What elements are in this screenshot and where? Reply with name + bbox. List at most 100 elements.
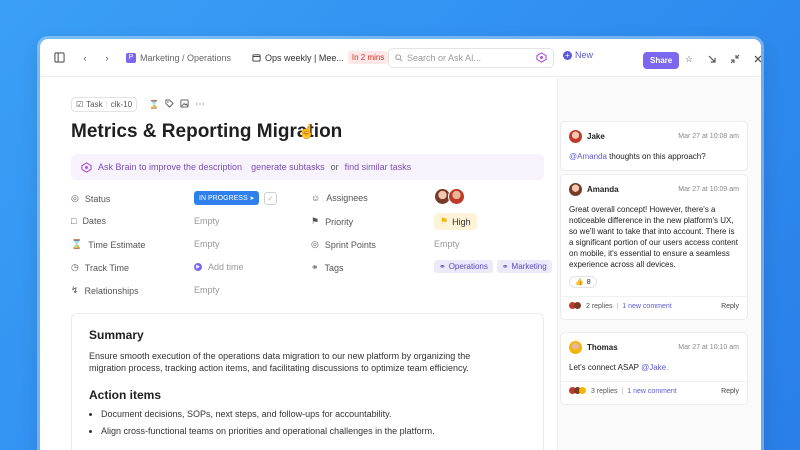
mention-link[interactable]: @Jake. <box>641 363 668 372</box>
summary-heading: Summary <box>89 328 144 342</box>
tag-icon: ⚭ <box>311 262 319 272</box>
sidebar-toggle-icon[interactable] <box>48 47 70 69</box>
new-button[interactable]: + New <box>563 50 593 60</box>
replies-link[interactable]: 3 replies <box>591 388 617 395</box>
reply-button[interactable]: Reply <box>721 388 739 395</box>
tag-icon: ⚭ <box>501 262 509 271</box>
tags-value: ⚭ Operations ⚭ Marketing <box>434 260 552 273</box>
divider: | <box>105 100 108 109</box>
back-icon[interactable]: ‹ <box>74 47 96 69</box>
timer-icon: ◷ <box>71 262 79 272</box>
author-name: Amanda <box>587 185 619 194</box>
status-text: IN PROGRESS <box>199 194 248 202</box>
estimate-value[interactable]: Empty <box>194 239 220 249</box>
search-placeholder: Search or Ask AI... <box>407 53 482 63</box>
tags-label: Tags <box>324 262 344 273</box>
comment-author: Thomas <box>569 341 618 354</box>
or-text: or <box>330 162 339 172</box>
brain-icon[interactable] <box>536 52 547 65</box>
ask-brain-link[interactable]: Ask Brain to improve the description <box>98 162 242 172</box>
prop-sprint-points: ◎ Sprint Points <box>311 239 376 250</box>
track-label: Track Time <box>84 262 130 273</box>
comment-body: @Amanda thoughts on this approach? <box>569 151 739 162</box>
priority-pill[interactable]: ⚑ High <box>434 213 477 230</box>
summary-body: Ensure smooth execution of the operation… <box>89 351 471 373</box>
breadcrumb[interactable]: P Marketing / Operations <box>126 52 231 63</box>
plus-icon: + <box>563 50 572 60</box>
avatar <box>569 341 582 354</box>
complete-checkbox[interactable]: ✓ <box>264 191 278 205</box>
comment-time: Mar 27 at 10:09 am <box>678 186 739 193</box>
prop-priority: ⚑ Priority <box>311 216 353 227</box>
reply-button[interactable]: Reply <box>721 303 739 310</box>
calendar-icon <box>252 54 261 62</box>
check-icon: ☑ <box>76 100 84 109</box>
sprint-icon: ◎ <box>311 239 319 249</box>
chevron-right-icon: ▸ <box>250 195 255 202</box>
status-icon: ◎ <box>71 193 79 203</box>
comment-jake[interactable]: Jake Mar 27 at 10:08 am @Amanda thoughts… <box>560 121 748 171</box>
task-id: clk-10 <box>110 100 133 109</box>
forward-icon[interactable]: › <box>96 47 118 69</box>
comment-author: Amanda <box>569 183 619 196</box>
assignees-value[interactable] <box>434 188 465 205</box>
list-item: Align cross-functional teams on prioriti… <box>101 425 526 437</box>
more-icon[interactable]: ⋯ <box>195 99 205 110</box>
tag-operations[interactable]: ⚭ Operations <box>434 260 493 273</box>
search-input[interactable]: Search or Ask AI... <box>388 48 554 68</box>
task-type-chip[interactable]: ☑ Task | clk-10 <box>71 97 138 112</box>
new-comment-link[interactable]: 1 new comment <box>622 303 671 310</box>
hourglass-icon[interactable]: ⌛ <box>149 100 159 109</box>
calendar-icon: □ <box>71 216 77 226</box>
thumbs-up-icon: 👍 <box>575 279 584 286</box>
find-similar-link[interactable]: find similar tasks <box>345 162 412 172</box>
tag-icon[interactable] <box>165 99 174 110</box>
status-label: Status <box>84 193 111 204</box>
comment-author: Jake <box>569 130 605 143</box>
close-icon[interactable] <box>747 48 761 70</box>
comment-footer: 3 replies | 1 new comment Reply <box>561 381 747 396</box>
new-comment-link[interactable]: 1 new comment <box>627 388 676 395</box>
minimize-icon[interactable] <box>724 48 746 70</box>
new-label: New <box>575 50 594 60</box>
hand-cursor-icon: ☝ <box>298 123 316 139</box>
meeting-reminder[interactable]: Ops weekly | Mee... In 2 mins <box>252 51 389 64</box>
comment-text: Let's connect ASAP <box>569 363 642 372</box>
flag-icon: ⚑ <box>311 216 320 226</box>
description-card[interactable]: Summary Ensure smooth execution of the o… <box>71 313 544 450</box>
avatar[interactable] <box>448 188 465 205</box>
relationships-value[interactable]: Empty <box>194 285 220 295</box>
replies-link[interactable]: 2 replies <box>586 303 612 310</box>
relationships-label: Relationships <box>84 285 139 296</box>
sprint-label: Sprint Points <box>324 239 376 250</box>
image-icon[interactable] <box>180 99 189 110</box>
share-button[interactable]: Share <box>643 52 680 69</box>
track-value[interactable]: ▶ Add time <box>194 262 244 272</box>
prop-relationships: ↯ Relationships <box>71 285 139 296</box>
prop-estimate: ⌛ Time Estimate <box>71 239 145 250</box>
prop-status: ◎ Status <box>71 193 110 204</box>
collapse-icon[interactable] <box>701 48 723 70</box>
tag-marketing[interactable]: ⚭ Marketing <box>496 260 552 273</box>
prop-dates: □ Dates <box>71 216 106 226</box>
comment-thomas[interactable]: Thomas Mar 27 at 10:10 am Let's connect … <box>560 332 748 405</box>
divider: | <box>616 303 619 310</box>
mention-link[interactable]: @Amanda <box>569 152 607 161</box>
reaction-badge[interactable]: 👍 8 <box>569 276 597 288</box>
space-badge: P <box>126 52 136 63</box>
priority-value[interactable]: ⚑ High <box>434 213 477 230</box>
prop-tags: ⚭ Tags <box>311 262 344 273</box>
search-icon <box>395 54 403 62</box>
comment-amanda[interactable]: Amanda Mar 27 at 10:09 am Great overall … <box>560 174 748 320</box>
generate-subtasks-link[interactable]: generate subtasks <box>251 162 325 172</box>
breadcrumb-text[interactable]: Marketing / Operations <box>140 53 231 63</box>
sprint-value[interactable]: Empty <box>434 239 460 249</box>
prop-assignees: ☺ Assignees <box>311 193 368 203</box>
star-icon[interactable]: ☆ <box>678 48 700 70</box>
flag-icon: ⚑ <box>440 216 449 226</box>
status-pill[interactable]: IN PROGRESS ▸ <box>194 191 260 205</box>
priority-text: High <box>452 216 471 227</box>
dates-value[interactable]: Empty <box>194 216 220 226</box>
status-value[interactable]: IN PROGRESS ▸ ✓ <box>194 191 278 205</box>
tag-text: Operations <box>448 262 488 271</box>
